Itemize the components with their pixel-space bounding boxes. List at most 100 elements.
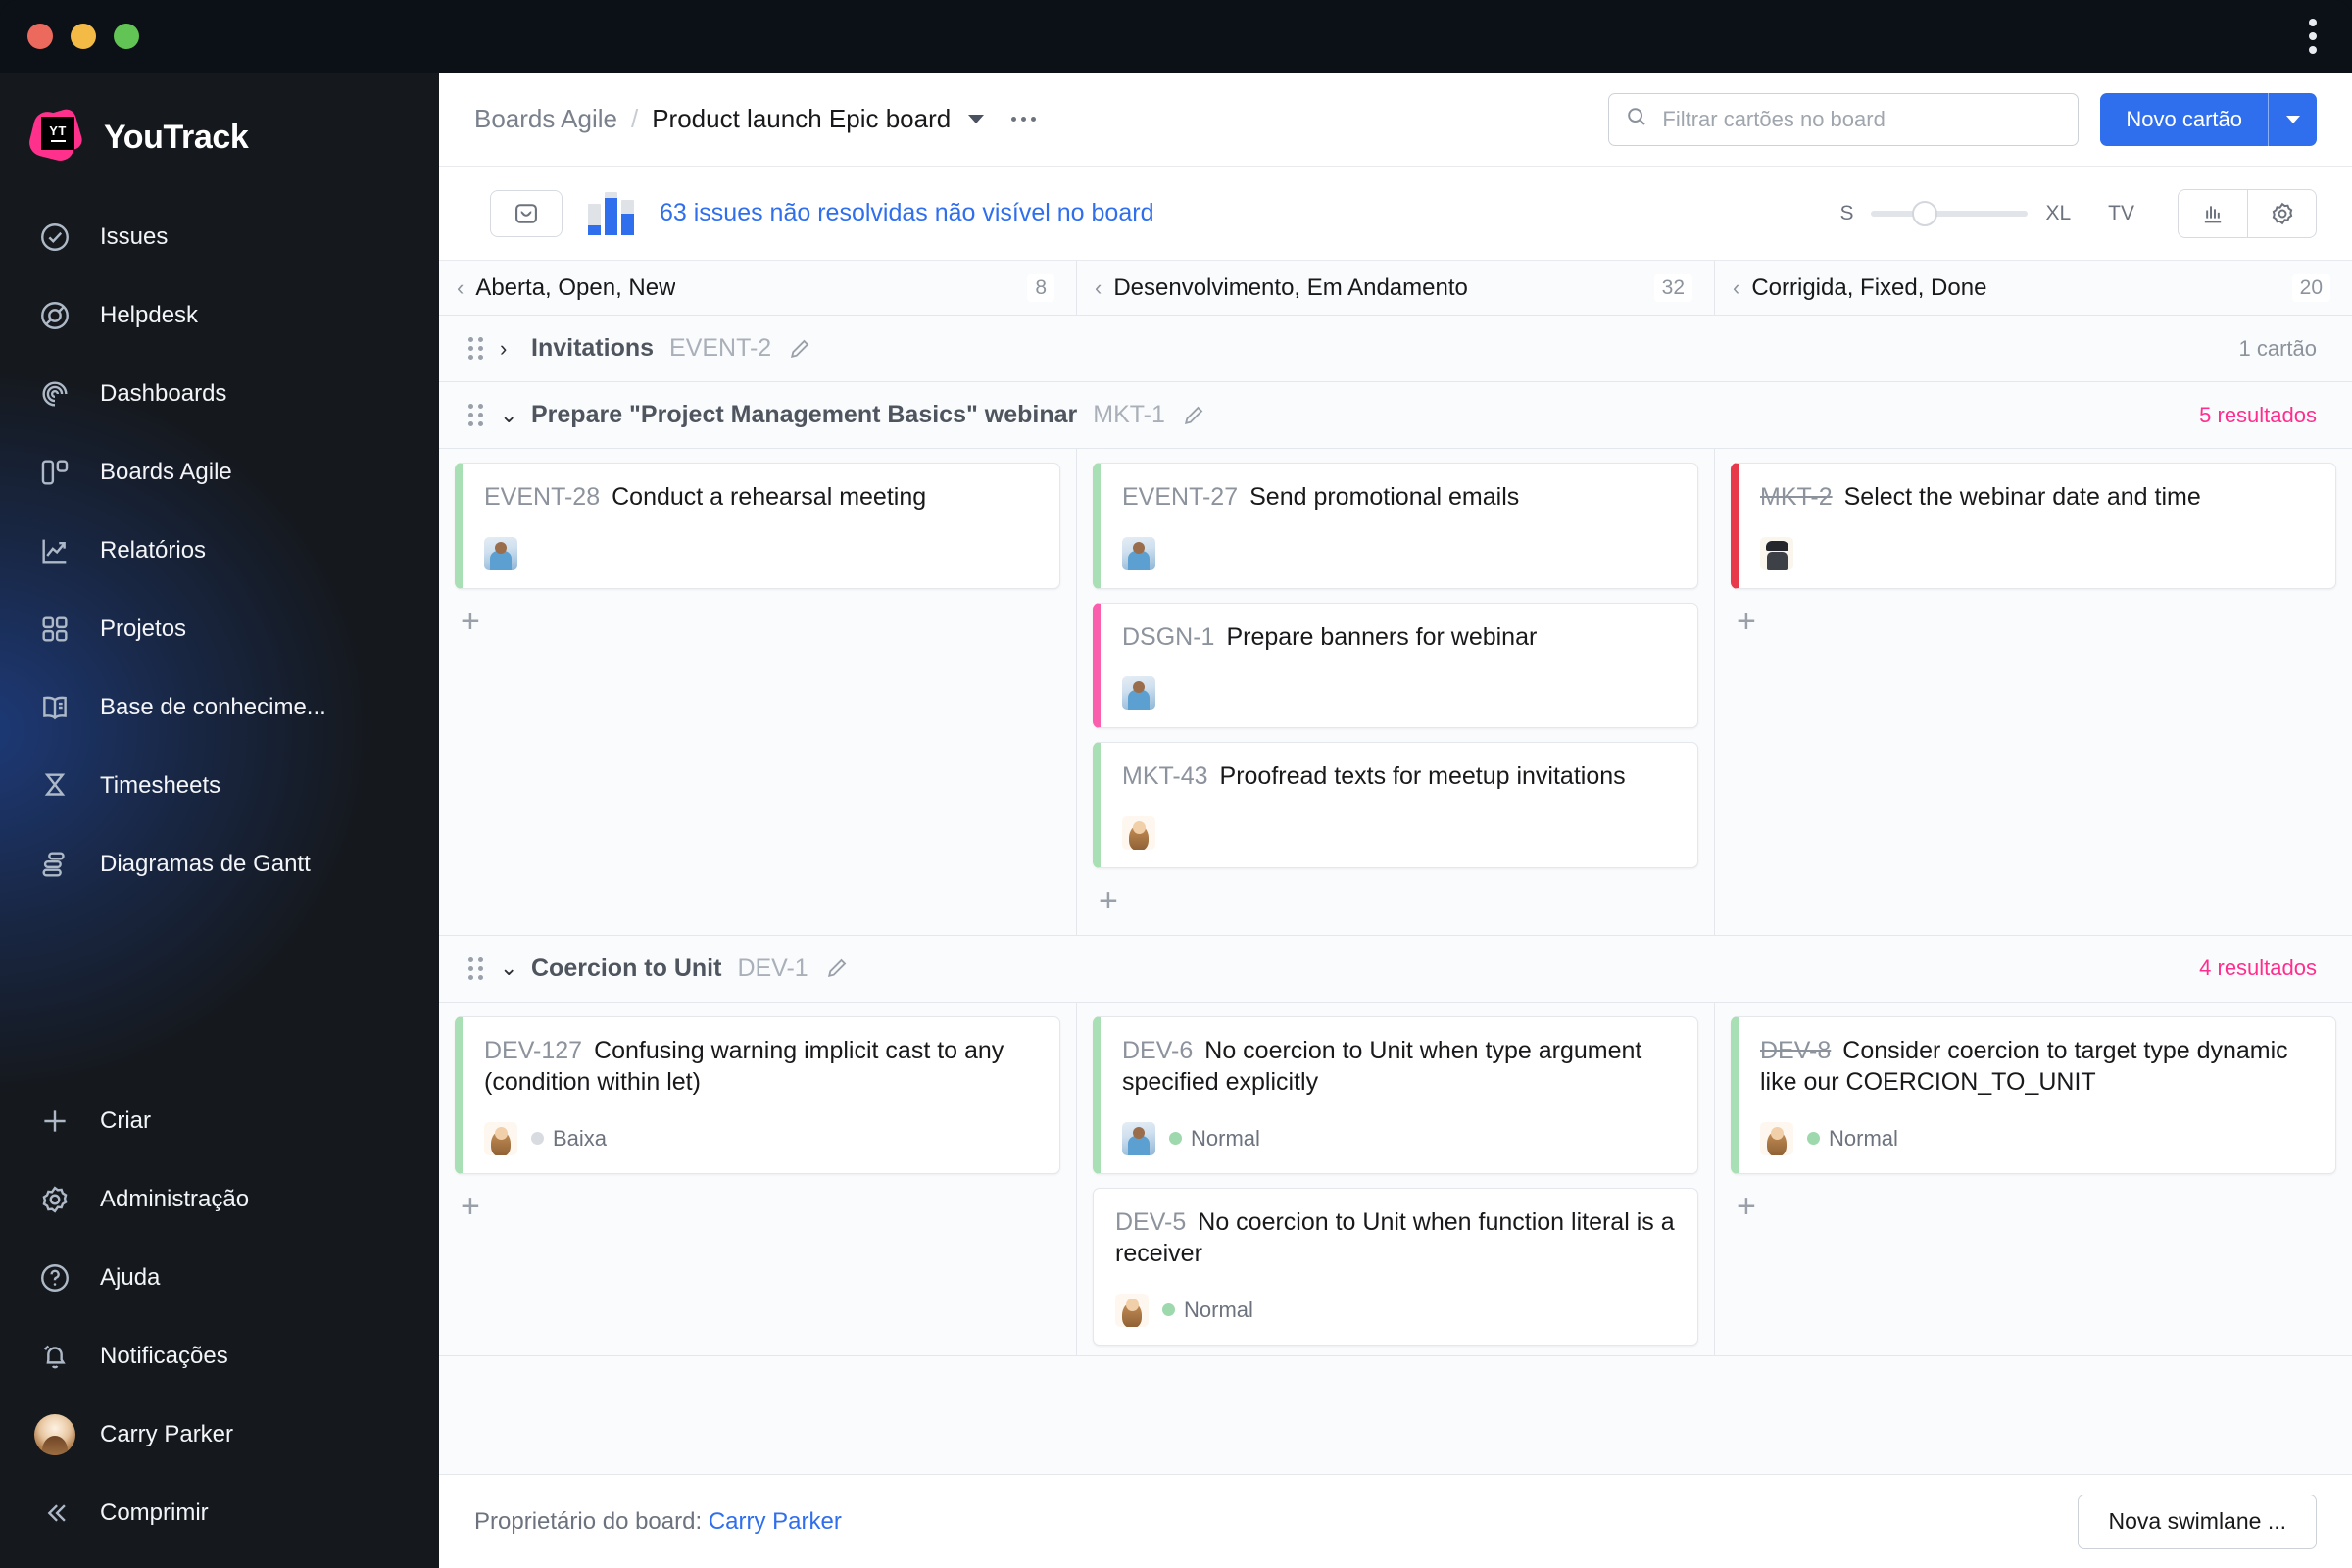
priority-dot-icon bbox=[1807, 1132, 1820, 1145]
sidebar-item-diagramas-de-gantt[interactable]: Diagramas de Gantt bbox=[0, 825, 439, 904]
swimlane-cell[interactable]: MKT-2 Select the webinar date and time + bbox=[1715, 449, 2352, 935]
add-card-button[interactable]: + bbox=[1093, 882, 1128, 925]
book-icon bbox=[35, 688, 74, 727]
grid-squares-icon bbox=[35, 610, 74, 649]
maximize-window-button[interactable] bbox=[114, 24, 139, 49]
card-title: MKT-43 Proofread texts for meetup invitat… bbox=[1122, 760, 1676, 793]
card-id: MKT-43 bbox=[1122, 762, 1208, 790]
search-box[interactable] bbox=[1608, 92, 2080, 146]
breadcrumb-root[interactable]: Boards Agile bbox=[474, 104, 617, 134]
close-window-button[interactable] bbox=[27, 24, 53, 49]
swimlane-cell[interactable]: EVENT-28 Conduct a rehearsal meeting + bbox=[439, 449, 1077, 935]
sidebar-item-dashboards[interactable]: Dashboards bbox=[0, 355, 439, 433]
swimlane-cell[interactable]: DEV-8 Consider coercion to target type dy… bbox=[1715, 1003, 2352, 1355]
new-card-button[interactable]: Novo cartão bbox=[2100, 92, 2268, 146]
drag-handle-icon[interactable] bbox=[468, 337, 484, 360]
chevron-down-icon[interactable] bbox=[968, 115, 985, 123]
plus-icon bbox=[35, 1102, 74, 1141]
priority-badge: Normal bbox=[1807, 1126, 1898, 1152]
minimize-window-button[interactable] bbox=[71, 24, 96, 49]
swimlane-cell[interactable]: EVENT-27 Send promotional emails DSGN-1 Pr… bbox=[1077, 449, 1715, 935]
new-card-dropdown-button[interactable] bbox=[2268, 92, 2317, 146]
sidebar-item-base-de-conhecimento[interactable]: Base de conhecime... bbox=[0, 668, 439, 747]
assignee-avatar bbox=[1122, 536, 1155, 570]
sidebar-nav: Issues Helpdesk Dashboards Boards Agile … bbox=[0, 198, 439, 904]
card[interactable]: EVENT-28 Conduct a rehearsal meeting bbox=[455, 463, 1060, 589]
add-card-button[interactable]: + bbox=[455, 603, 490, 646]
card[interactable]: MKT-2 Select the webinar date and time bbox=[1731, 463, 2336, 589]
swimlane-count: 4 resultados bbox=[2199, 956, 2317, 980]
sidebar-item-label: Relatórios bbox=[100, 537, 207, 564]
card-meta bbox=[1122, 536, 1676, 570]
ellipsis-icon[interactable] bbox=[1011, 117, 1037, 122]
card[interactable]: EVENT-27 Send promotional emails bbox=[1093, 463, 1698, 589]
kebab-menu-icon[interactable] bbox=[2309, 19, 2317, 54]
sidebar-item-criar[interactable]: Criar bbox=[0, 1082, 439, 1160]
gear-icon[interactable] bbox=[2247, 189, 2316, 237]
header-actions: Novo cartão bbox=[1608, 92, 2317, 146]
brand-logo[interactable]: YT YouTrack bbox=[0, 73, 439, 198]
card[interactable]: DSGN-1 Prepare banners for webinar bbox=[1093, 602, 1698, 728]
card[interactable]: DEV-6 No coercion to Unit when type argum… bbox=[1093, 1015, 1698, 1174]
sidebar-item-issues[interactable]: Issues bbox=[0, 198, 439, 276]
sidebar-item-notificacoes[interactable]: Notificações bbox=[0, 1317, 439, 1396]
drag-handle-icon[interactable] bbox=[468, 404, 484, 426]
card-summary: Send promotional emails bbox=[1250, 483, 1520, 511]
column-title: Corrigida, Fixed, Done bbox=[1751, 273, 1987, 301]
card-summary: Proofread texts for meetup invitations bbox=[1219, 762, 1626, 790]
collapse-column-icon[interactable]: ‹ bbox=[1733, 276, 1740, 299]
slider-thumb[interactable] bbox=[1911, 200, 1937, 226]
add-card-button[interactable]: + bbox=[1731, 603, 1766, 646]
sidebar-user[interactable]: Carry Parker bbox=[0, 1396, 439, 1474]
chevron-right-icon[interactable]: › bbox=[500, 336, 515, 362]
swimlane-issue-id[interactable]: EVENT-2 bbox=[669, 334, 771, 363]
chevron-down-icon[interactable]: ⌄ bbox=[500, 956, 517, 981]
sidebar-item-boards-agile[interactable]: Boards Agile bbox=[0, 433, 439, 512]
sidebar-item-projetos[interactable]: Projetos bbox=[0, 590, 439, 668]
inbox-icon[interactable] bbox=[490, 189, 563, 237]
swimlane-issue-id[interactable]: DEV-1 bbox=[737, 955, 808, 983]
add-card-button[interactable]: + bbox=[455, 1188, 490, 1231]
swimlane-title: Invitations bbox=[531, 334, 655, 362]
card[interactable]: DEV-127 Confusing warning implicit cast t… bbox=[455, 1015, 1060, 1174]
card[interactable]: MKT-43 Proofread texts for meetup invitat… bbox=[1093, 742, 1698, 868]
swimlane-count: 1 cartão bbox=[2238, 335, 2318, 361]
chart-columns-icon[interactable] bbox=[2179, 190, 2247, 237]
card-meta: Normal bbox=[1115, 1293, 1676, 1327]
swimlane-cell[interactable]: DEV-127 Confusing warning implicit cast t… bbox=[439, 1002, 1077, 1355]
collapse-column-icon[interactable]: ‹ bbox=[1095, 276, 1102, 299]
new-swimlane-button[interactable]: Nova swimlane ... bbox=[2078, 1494, 2317, 1549]
sidebar-item-relatorios[interactable]: Relatórios bbox=[0, 512, 439, 590]
drag-handle-icon[interactable] bbox=[468, 956, 484, 980]
sidebar-item-ajuda[interactable]: Ajuda bbox=[0, 1239, 439, 1317]
pencil-icon[interactable] bbox=[787, 336, 812, 362]
sidebar-item-timesheets[interactable]: Timesheets bbox=[0, 747, 439, 825]
swimlane-title: Prepare "Project Management Basics" webi… bbox=[531, 401, 1078, 428]
card[interactable]: DEV-5 No coercion to Unit when function l… bbox=[1093, 1187, 1698, 1346]
bell-icon bbox=[35, 1337, 74, 1376]
sidebar-collapse-button[interactable]: Comprimir bbox=[0, 1474, 439, 1552]
sidebar-item-administracao[interactable]: Administração bbox=[0, 1160, 439, 1239]
search-input[interactable] bbox=[1662, 106, 2063, 132]
priority-badge: Baixa bbox=[531, 1126, 607, 1152]
sidebar-bottom-nav: Criar Administração Ajuda Notificações C… bbox=[0, 1082, 439, 1552]
card[interactable]: DEV-8 Consider coercion to target type dy… bbox=[1731, 1015, 2336, 1174]
column-header: ‹ Desenvolvimento, Em Andamento 32 bbox=[1077, 261, 1715, 315]
sidebar-item-helpdesk[interactable]: Helpdesk bbox=[0, 276, 439, 355]
assignee-avatar bbox=[1115, 1293, 1149, 1327]
board-owner-link[interactable]: Carry Parker bbox=[709, 1508, 842, 1535]
tv-mode-button[interactable]: TV bbox=[2108, 202, 2134, 225]
unresolved-issues-link[interactable]: 63 issues não resolvidas não visível no … bbox=[660, 199, 1153, 227]
assignee-avatar bbox=[1122, 815, 1155, 850]
window-controls bbox=[27, 24, 139, 49]
pencil-icon[interactable] bbox=[824, 956, 850, 981]
sidebar-user-name: Carry Parker bbox=[100, 1421, 234, 1447]
add-card-button[interactable]: + bbox=[1731, 1188, 1766, 1231]
pencil-icon[interactable] bbox=[1181, 403, 1206, 428]
collapse-column-icon[interactable]: ‹ bbox=[457, 276, 464, 299]
sidebar-item-label: Notificações bbox=[100, 1343, 228, 1369]
card-size-slider[interactable] bbox=[1871, 200, 2029, 226]
swimlane-cell[interactable]: DEV-6 No coercion to Unit when type argum… bbox=[1077, 1002, 1715, 1355]
swimlane-issue-id[interactable]: MKT-1 bbox=[1093, 401, 1165, 429]
chevron-down-icon[interactable]: ⌄ bbox=[500, 403, 517, 428]
